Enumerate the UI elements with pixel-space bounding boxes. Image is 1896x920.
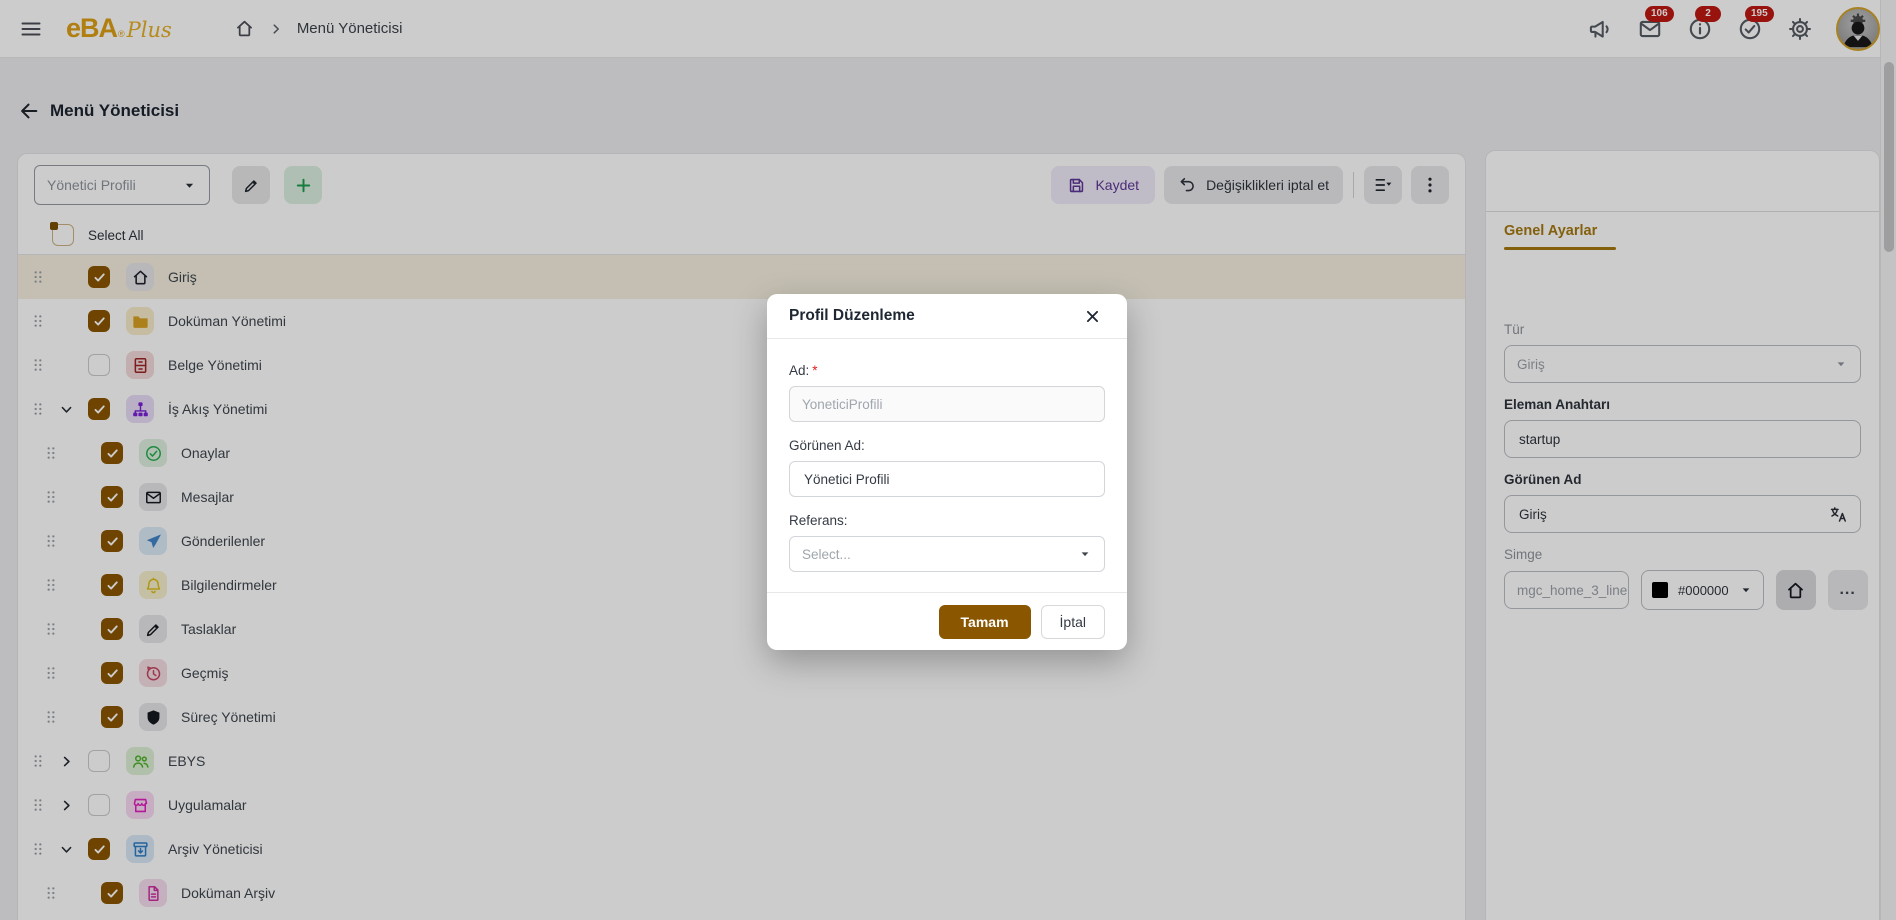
modal-gorunen-ad-label: Görünen Ad: — [789, 438, 865, 453]
modal-gorunen-ad-field — [789, 461, 1105, 497]
ad-label-text: Ad: — [789, 363, 810, 378]
app-screen: eBA ® Plus Menü Yöneticisi 106 2 195 Men… — [0, 0, 1896, 920]
referans-select[interactable]: Select... — [789, 536, 1105, 572]
modal-body: Ad:* YoneticiProfili Görünen Ad: Referan… — [767, 339, 1127, 592]
modal-footer: Tamam İptal — [767, 592, 1127, 650]
close-icon[interactable] — [1079, 303, 1105, 329]
cancel-button[interactable]: İptal — [1040, 604, 1105, 639]
ad-value: YoneticiProfili — [802, 396, 883, 412]
modal-header: Profil Düzenleme — [767, 294, 1127, 339]
ad-field: YoneticiProfili — [789, 386, 1105, 422]
modal-title: Profil Düzenleme — [789, 307, 915, 324]
profile-edit-modal: Profil Düzenleme Ad: * YoneticiProfili Gö… — [767, 294, 1127, 650]
referans-placeholder: Select... — [802, 546, 851, 562]
ad-label: Ad: * — [789, 363, 1105, 378]
ok-button[interactable]: Tamam — [938, 604, 1031, 639]
chevron-down-icon — [1078, 547, 1092, 561]
referans-label: Referans: — [789, 513, 848, 528]
required-asterisk: * — [812, 363, 818, 378]
modal-gorunen-ad-input[interactable] — [802, 470, 1092, 488]
